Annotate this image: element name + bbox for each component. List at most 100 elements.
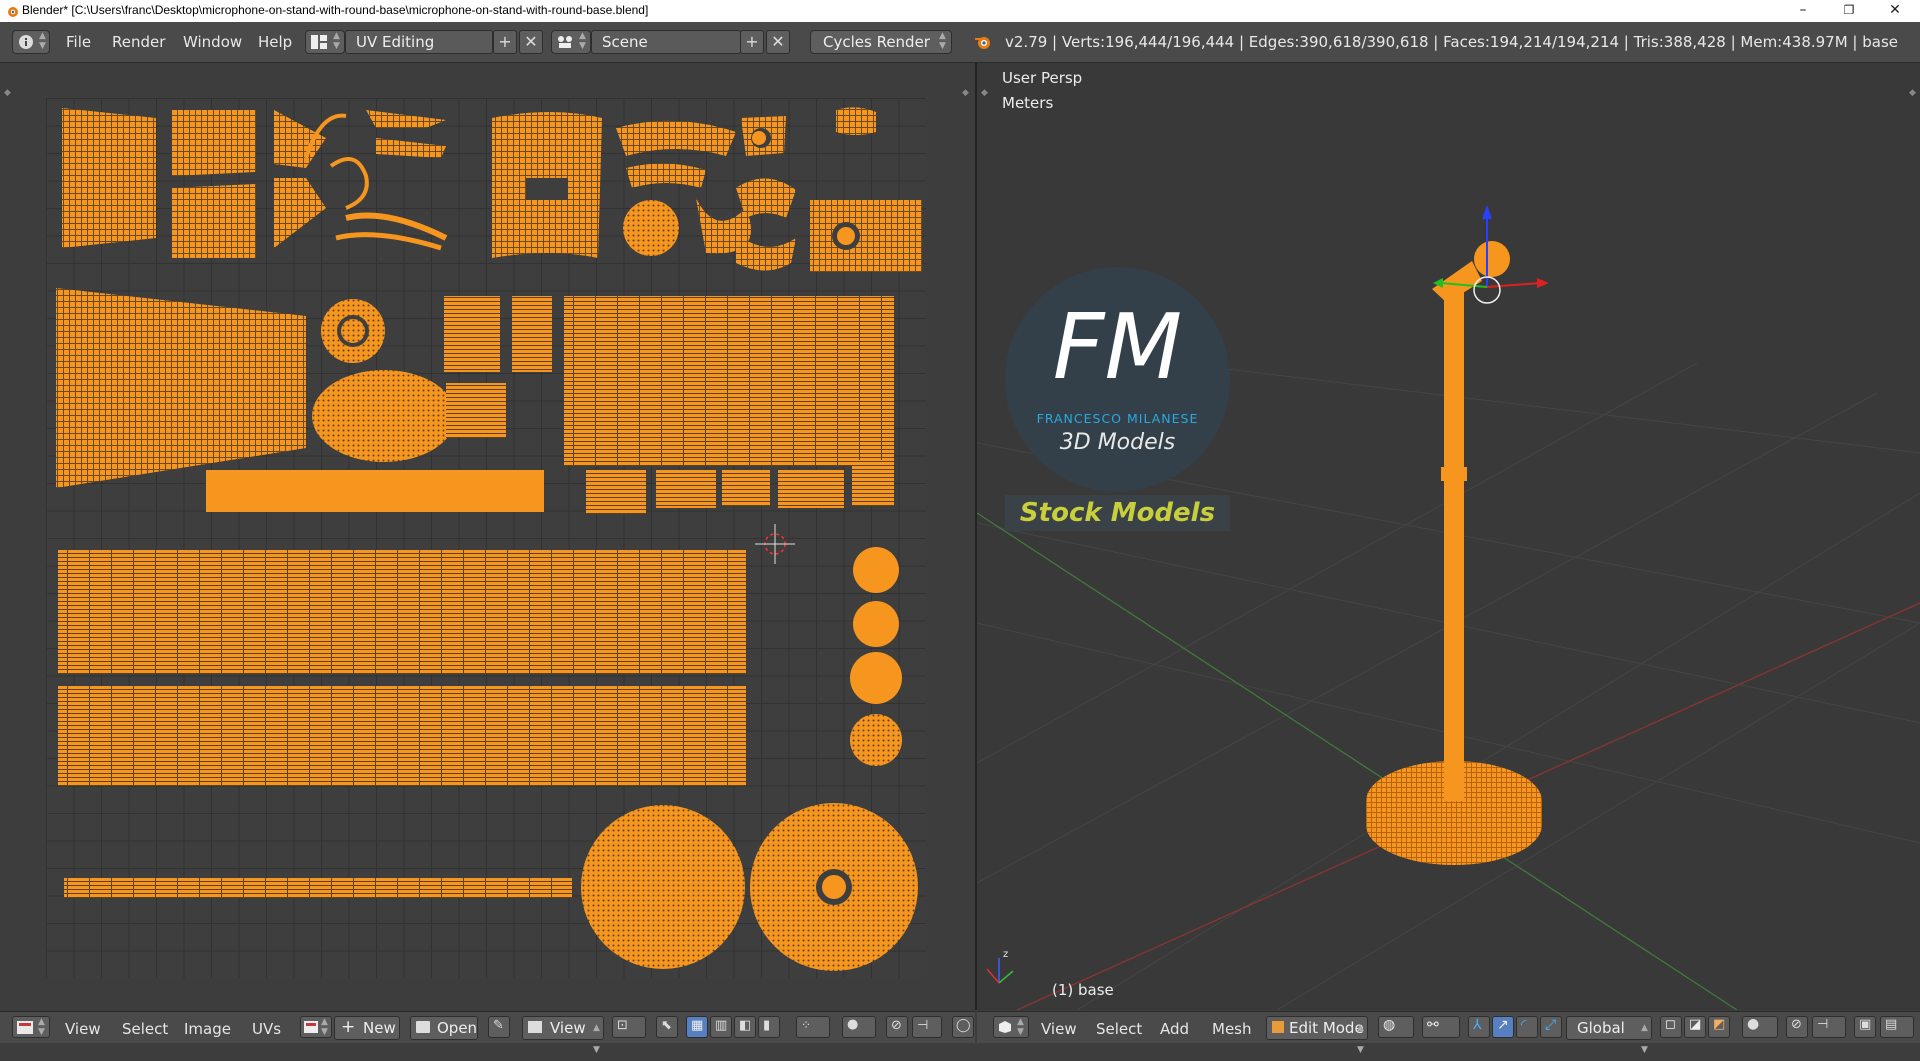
cursor-icon: ⬉ <box>661 1018 672 1033</box>
uv-overflow-button[interactable]: ◯ <box>952 1016 974 1038</box>
island-select-icon: ▮ <box>763 1018 771 1033</box>
3d-menu-view[interactable]: View <box>1041 1020 1077 1038</box>
microphone-stand-mesh[interactable] <box>1366 241 1542 865</box>
sticky-selection-dropdown[interactable]: ⁘ <box>796 1016 830 1038</box>
sync-selection-button[interactable]: ⬉ <box>656 1016 678 1038</box>
scene-icon <box>558 36 572 48</box>
snap-button[interactable]: ⊘ <box>1786 1016 1808 1038</box>
plus-icon: + <box>341 1017 356 1037</box>
plus-icon: + <box>745 32 759 51</box>
island-select-button[interactable]: ▮ <box>758 1016 780 1038</box>
shading-sphere-icon: ◍ <box>1383 1017 1396 1033</box>
proportional-icon: ● <box>847 1017 859 1032</box>
magnet-icon: ⊘ <box>1791 1017 1802 1032</box>
screen-layout-browse-button[interactable]: ▲ ▼ <box>305 30 345 54</box>
uv-grid-area[interactable] <box>46 98 926 978</box>
logo-name: FRANCESCO MILANESE <box>1036 411 1199 426</box>
pivot-dropdown[interactable]: ⊡ <box>612 1016 646 1038</box>
window-title-bar: Blender* [C:\Users\franc\Desktop\microph… <box>0 0 1920 22</box>
layout-grid-icon <box>311 35 327 49</box>
face-select-icon: ◧ <box>739 1018 752 1033</box>
menu-help[interactable]: Help <box>258 33 292 51</box>
render-preview-button[interactable]: ▣ <box>1854 1016 1876 1038</box>
y-axis-line <box>977 512 1738 1010</box>
proportional-edit-dropdown[interactable]: ● <box>842 1016 876 1038</box>
3d-menu-add[interactable]: Add <box>1160 1020 1189 1038</box>
uv-menu-select[interactable]: Select <box>122 1020 168 1038</box>
delete-scene-button[interactable]: ✕ <box>766 30 790 54</box>
fm-logo-watermark: FM FRANCESCO MILANESE 3D Models Stock Mo… <box>1005 267 1230 531</box>
manipulator-icon: ⅄ <box>1473 1017 1482 1033</box>
pin-image-button[interactable]: ✎ <box>488 1016 510 1038</box>
region-expand-arrow-icon[interactable]: ◆ <box>962 88 969 98</box>
close-icon: ✕ <box>771 32 785 51</box>
uv-menu-view[interactable]: View <box>65 1020 101 1038</box>
vertex-select-button[interactable]: ▦ <box>686 1016 708 1038</box>
image-browse-button[interactable]: ▲ ▼ <box>300 1016 332 1038</box>
transform-orientation-dropdown[interactable]: Global ▲ ▼ <box>1566 1016 1652 1055</box>
new-image-button[interactable]: + New <box>334 1016 400 1040</box>
mode-label: Edit Mode <box>1289 1019 1364 1037</box>
minimize-button[interactable]: – <box>1780 0 1826 22</box>
uv-menu-uvs[interactable]: UVs <box>252 1020 281 1038</box>
translate-manipulator-button[interactable]: ↗ <box>1492 1016 1514 1038</box>
close-icon: ✕ <box>524 32 538 51</box>
viewport-scene[interactable]: z <box>977 63 1920 1010</box>
vertex-select-icon: ▦ <box>691 1018 704 1033</box>
mode-dropdown[interactable]: Edit Mode ▲ ▼ <box>1266 1016 1368 1055</box>
rotate-manipulator-button[interactable]: ◜ <box>1516 1016 1538 1038</box>
view-mode-icon <box>528 1021 542 1033</box>
open-image-button[interactable]: Open <box>410 1016 478 1040</box>
pivot-icon: ⊡ <box>617 1018 628 1033</box>
region-expand-arrow-icon[interactable]: ◆ <box>4 88 11 98</box>
info-icon <box>19 35 33 49</box>
render-engine-dropdown[interactable]: Cycles Render ▲ ▼ <box>810 30 952 54</box>
uv-view-mode-dropdown[interactable]: View ▲ ▼ <box>522 1016 604 1055</box>
editor-type-info-button[interactable]: ▲ ▼ <box>12 30 50 54</box>
editor-type-uv-button[interactable]: ▲ ▼ <box>12 1016 50 1038</box>
2d-cursor[interactable] <box>755 524 795 564</box>
uv-islands-layout[interactable] <box>46 98 926 978</box>
add-screen-button[interactable]: + <box>493 30 517 54</box>
scene-field[interactable]: Scene <box>591 30 741 54</box>
face-select-button[interactable]: ◧ <box>734 1016 756 1038</box>
proportional-icon: ● <box>1747 1016 1760 1032</box>
opengl-render-dropdown[interactable]: ▤ <box>1880 1016 1914 1038</box>
edge-select-button[interactable]: ▥ <box>710 1016 732 1038</box>
menu-window[interactable]: Window <box>183 33 242 51</box>
snap-toggle-button[interactable]: ⊘ <box>886 1016 908 1038</box>
plus-icon: + <box>498 32 512 51</box>
snap-element-dropdown[interactable]: ⊣ <box>912 1016 942 1038</box>
menu-file[interactable]: File <box>66 33 91 51</box>
menu-render[interactable]: Render <box>112 33 165 51</box>
3d-menu-mesh[interactable]: Mesh <box>1212 1020 1252 1038</box>
pivot-point-dropdown[interactable]: ⚯ <box>1422 1016 1460 1038</box>
scene-browse-button[interactable]: ▲ ▼ <box>551 30 591 54</box>
new-image-label: New <box>363 1019 396 1037</box>
add-scene-button[interactable]: + <box>740 30 764 54</box>
sticky-icon: ⁘ <box>801 1018 812 1032</box>
close-window-button[interactable]: ✕ <box>1872 0 1918 22</box>
maximize-button[interactable]: ❐ <box>1826 0 1872 22</box>
svg-text:z: z <box>1003 949 1008 960</box>
arrow-icon: ↗ <box>1497 1017 1509 1033</box>
snap-target-dropdown[interactable]: ⊣ <box>1812 1016 1846 1038</box>
viewport-shading-dropdown[interactable]: ◍ <box>1378 1016 1414 1038</box>
3d-menu-select[interactable]: Select <box>1096 1020 1142 1038</box>
edge-select-mode-button[interactable]: ◪ <box>1684 1016 1706 1038</box>
uv-image-editor[interactable]: ◆ ◆ <box>0 63 975 1010</box>
3d-viewport[interactable]: ◆ ◆ User Persp Meters z FM FRANCESCO MIL… <box>977 63 1920 1010</box>
delete-screen-button[interactable]: ✕ <box>519 30 543 54</box>
proportional-editing-dropdown[interactable]: ● <box>1742 1016 1778 1038</box>
scene-statistics: v2.79 | Verts:196,444/196,444 | Edges:39… <box>1005 33 1899 51</box>
uv-menu-image[interactable]: Image <box>184 1020 231 1038</box>
manipulator-toggle[interactable]: ⅄ <box>1468 1016 1490 1038</box>
scale-manipulator-button[interactable]: ⤢ <box>1540 1016 1562 1038</box>
face-select-mode-button[interactable]: ◩ <box>1708 1016 1730 1038</box>
screen-layout-field[interactable]: UV Editing <box>345 30 493 54</box>
circle-icon: ◯ <box>956 1018 971 1033</box>
vertex-select-mode-button[interactable]: ◻ <box>1660 1016 1682 1038</box>
axis-orientation-icon: z <box>986 949 1014 984</box>
logo-banner: Stock Models <box>1005 495 1230 531</box>
editor-type-3d-button[interactable]: ▲ ▼ <box>993 1016 1029 1038</box>
